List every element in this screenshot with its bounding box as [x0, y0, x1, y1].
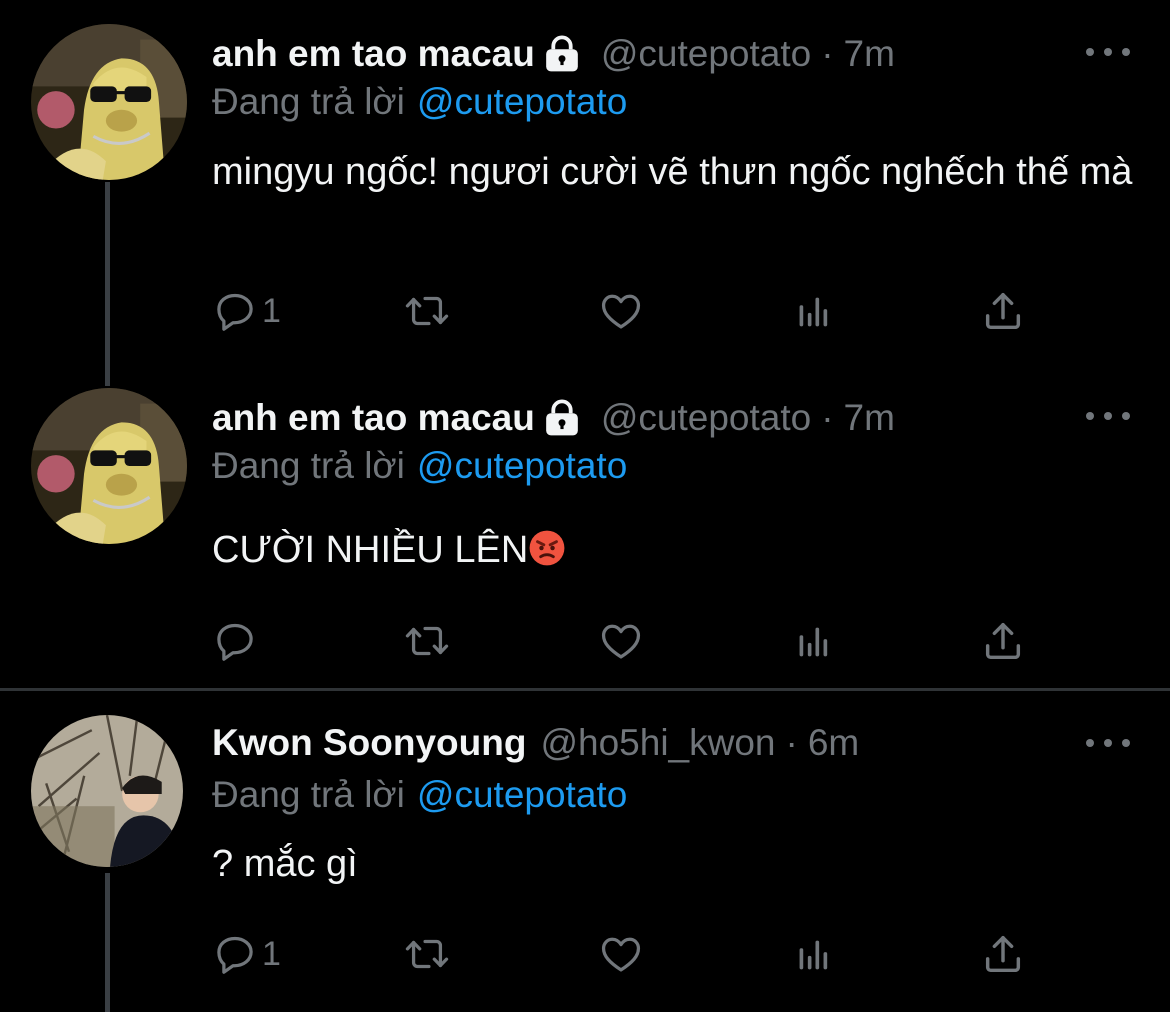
- share-upload-icon: [980, 288, 1026, 334]
- action-bar: 1: [212, 286, 1042, 336]
- reply-button[interactable]: [212, 616, 262, 666]
- tweet-text: CƯỜI NHIỀU LÊN: [212, 529, 529, 571]
- replying-to: Đang trả lời @cutepotato: [212, 771, 627, 819]
- avatar[interactable]: [31, 715, 183, 867]
- mention-link[interactable]: @cutepotato: [417, 445, 627, 486]
- mention-link[interactable]: @cutepotato: [417, 81, 627, 122]
- replying-to: Đang trả lời @cutepotato: [212, 442, 627, 490]
- display-name[interactable]: anh em tao macau: [212, 394, 535, 442]
- like-button[interactable]: [598, 929, 644, 979]
- share-upload-icon: [980, 618, 1026, 664]
- replying-label: Đang trả lời: [212, 774, 405, 815]
- reply-count: 1: [262, 934, 281, 973]
- share-upload-icon: [980, 931, 1026, 977]
- speech-bubble-icon: [212, 618, 258, 664]
- avatar[interactable]: [31, 24, 187, 180]
- like-button[interactable]: [598, 616, 644, 666]
- heart-icon: [598, 618, 644, 664]
- avatar[interactable]: [31, 388, 187, 544]
- reply-count: 1: [262, 291, 281, 330]
- reply-button[interactable]: 1: [212, 929, 281, 979]
- timestamp[interactable]: 7m: [844, 394, 895, 442]
- retweet-arrows-icon: [404, 288, 450, 334]
- dog-avatar-image: [31, 24, 187, 180]
- timestamp[interactable]: 6m: [808, 719, 859, 767]
- share-button[interactable]: [980, 286, 1026, 336]
- replying-label: Đang trả lời: [212, 445, 405, 486]
- tweet-text: mingyu ngốc! ngươi cười vẽ thưn ngốc ngh…: [212, 151, 1133, 193]
- retweet-button[interactable]: [404, 616, 450, 666]
- share-button[interactable]: [980, 616, 1026, 666]
- separator-dot: ·: [821, 33, 834, 74]
- retweet-button[interactable]: [404, 286, 450, 336]
- heart-icon: [598, 288, 644, 334]
- more-options-ellipsis-icon[interactable]: [1086, 406, 1130, 426]
- more-options-ellipsis-icon[interactable]: [1086, 733, 1130, 753]
- lock-icon: [543, 399, 581, 437]
- bar-chart-icon: [790, 618, 836, 664]
- reply-button[interactable]: 1: [212, 286, 281, 336]
- tweet[interactable]: anh em tao macau @cutepotato · 7m Đang t…: [0, 0, 1170, 386]
- tweet-text: ? mắc gì: [212, 843, 358, 885]
- tweet-text-container: CƯỜI NHIỀU LÊN: [212, 524, 1142, 576]
- speech-bubble-icon: [212, 931, 258, 977]
- tweet[interactable]: Kwon Soonyoung @ho5hi_kwon · 6m Đang trả…: [0, 691, 1170, 1012]
- person-avatar-image: [31, 715, 183, 867]
- retweet-button[interactable]: [404, 929, 450, 979]
- separator-dot: ·: [785, 722, 798, 763]
- user-handle[interactable]: @cutepotato: [601, 394, 811, 442]
- thread-line: [105, 182, 110, 386]
- tweet-header: anh em tao macau @cutepotato · 7m: [212, 30, 895, 78]
- retweet-arrows-icon: [404, 931, 450, 977]
- views-button[interactable]: [790, 286, 836, 336]
- timestamp[interactable]: 7m: [844, 30, 895, 78]
- action-bar: 1: [212, 929, 1042, 979]
- dog-avatar-image: [31, 388, 187, 544]
- share-button[interactable]: [980, 929, 1026, 979]
- user-handle[interactable]: @cutepotato: [601, 30, 811, 78]
- like-button[interactable]: [598, 286, 644, 336]
- thread-line: [105, 873, 110, 1012]
- heart-icon: [598, 931, 644, 977]
- separator-dot: ·: [821, 397, 834, 438]
- mention-link[interactable]: @cutepotato: [417, 774, 627, 815]
- bar-chart-icon: [790, 288, 836, 334]
- bar-chart-icon: [790, 931, 836, 977]
- speech-bubble-icon: [212, 288, 258, 334]
- display-name[interactable]: Kwon Soonyoung: [212, 719, 526, 767]
- lock-icon: [543, 35, 581, 73]
- more-options-ellipsis-icon[interactable]: [1086, 42, 1130, 62]
- angry-face-emoji-icon: [528, 529, 566, 567]
- action-bar: [212, 616, 1042, 666]
- views-button[interactable]: [790, 616, 836, 666]
- display-name[interactable]: anh em tao macau: [212, 30, 535, 78]
- user-handle[interactable]: @ho5hi_kwon: [540, 719, 775, 767]
- retweet-arrows-icon: [404, 618, 450, 664]
- replying-to: Đang trả lời @cutepotato: [212, 78, 627, 126]
- tweet-header: Kwon Soonyoung @ho5hi_kwon · 6m: [212, 719, 859, 767]
- views-button[interactable]: [790, 929, 836, 979]
- replying-label: Đang trả lời: [212, 81, 405, 122]
- tweet[interactable]: anh em tao macau @cutepotato · 7m Đang t…: [0, 386, 1170, 689]
- tweet-header: anh em tao macau @cutepotato · 7m: [212, 394, 895, 442]
